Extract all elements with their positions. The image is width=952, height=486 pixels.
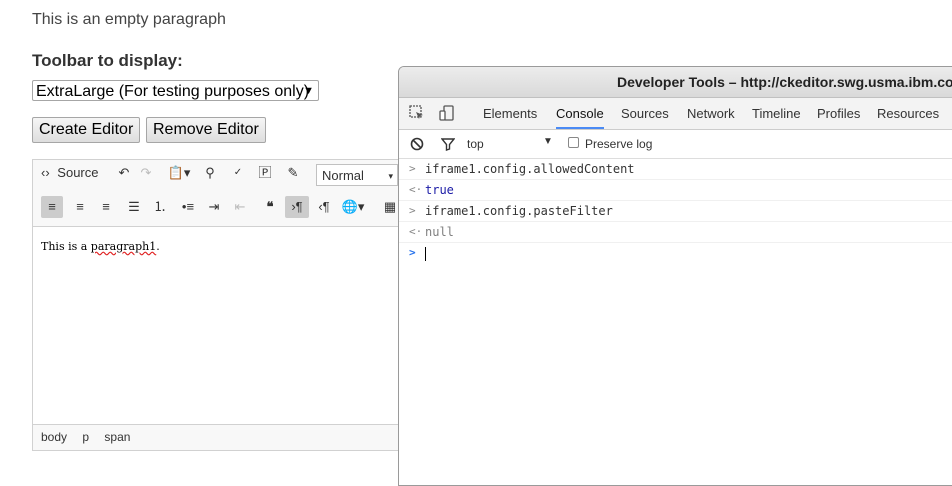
align-left-icon[interactable]: ≡ (41, 196, 63, 218)
justify-icon[interactable]: ☰ (123, 196, 145, 218)
inspect-icon[interactable] (409, 105, 425, 121)
prompt-chevron-icon: > (409, 246, 416, 259)
toolbar-label: Toolbar to display: (32, 51, 183, 70)
console-output[interactable]: > iframe1.config.allowedContent <· true … (399, 159, 952, 263)
device-mode-icon[interactable] (439, 105, 455, 121)
paste-icon[interactable]: 📋▾ (165, 162, 193, 184)
filter-icon[interactable] (441, 137, 455, 151)
preserve-log-checkbox[interactable] (568, 137, 579, 148)
rtl-icon[interactable]: ‹¶ (313, 196, 335, 218)
format-value: Normal (322, 168, 364, 183)
devtools-window: Developer Tools – http://ckeditor.swg.us… (398, 66, 952, 486)
select-arrow-icon: ▼ (303, 85, 314, 97)
console-text: true (425, 183, 454, 197)
path-item[interactable]: p (82, 430, 89, 444)
language-icon[interactable]: 🌐▾ (339, 196, 367, 218)
intro-paragraph: This is an empty paragraph (32, 11, 226, 28)
input-chevron-icon: > (409, 204, 416, 217)
context-dropdown-icon[interactable]: ▼ (543, 136, 553, 147)
toolbar-select[interactable]: ExtraLarge (For testing purposes only) ▼ (32, 80, 319, 101)
source-icon: ‹› (41, 165, 50, 180)
indent-icon[interactable]: ⇥ (203, 196, 225, 218)
align-center-icon[interactable]: ≡ (69, 196, 91, 218)
blockquote-icon[interactable]: ❝ (259, 196, 281, 218)
content-text: This is a (41, 240, 91, 253)
clear-console-icon[interactable] (410, 137, 424, 151)
text-caret (425, 246, 426, 261)
devtools-tabbar: Elements Console Sources Network Timelin… (399, 98, 952, 130)
output-arrow-icon: <· (409, 183, 423, 196)
tab-network[interactable]: Network (687, 98, 735, 129)
tab-sources[interactable]: Sources (621, 98, 669, 129)
tab-elements[interactable]: Elements (483, 98, 537, 129)
console-line: <· true (399, 180, 952, 201)
console-text: iframe1.config.pasteFilter (425, 204, 613, 218)
spellcheck-icon[interactable]: ✓ (228, 162, 248, 184)
ltr-icon[interactable]: ›¶ (285, 196, 309, 218)
tab-resources[interactable]: Resources (877, 98, 939, 129)
tab-timeline[interactable]: Timeline (752, 98, 801, 129)
find-icon[interactable]: ⚲ (200, 162, 220, 184)
format-dropdown[interactable]: Normal ▾ (316, 164, 398, 186)
outdent-icon[interactable]: ⇤ (229, 196, 251, 218)
console-text: iframe1.config.allowedContent (425, 162, 635, 176)
editor-content[interactable]: This is a paragraph1. (41, 240, 160, 253)
bulleted-list-icon[interactable]: •≡ (177, 196, 199, 218)
ckeditor: ‹› Source ↶ ↷ 📋▾ ⚲ ✓ 🄿 ✎ Normal ▾ ≡ ≡ ≡ … (32, 159, 412, 451)
console-line: > iframe1.config.pasteFilter (399, 201, 952, 222)
path-item[interactable]: span (104, 430, 130, 444)
placeholder-icon[interactable]: 🄿 (255, 162, 275, 184)
chevron-down-icon: ▾ (388, 171, 393, 181)
pencil-icon[interactable]: ✎ (283, 162, 303, 184)
console-line: <· null (399, 222, 952, 243)
undo-icon[interactable]: ↶ (115, 162, 133, 184)
path-item[interactable]: body (41, 430, 67, 444)
numbered-list-icon[interactable]: ⒈ (149, 196, 171, 218)
tab-profiles[interactable]: Profiles (817, 98, 860, 129)
output-arrow-icon: <· (409, 225, 423, 238)
create-editor-button[interactable]: Create Editor (32, 117, 141, 143)
source-label: Source (57, 165, 99, 180)
source-button[interactable]: ‹› Source (41, 162, 109, 184)
remove-editor-button[interactable]: Remove Editor (146, 117, 266, 143)
console-filter-bar: top ▼ Preserve log (399, 130, 952, 159)
context-select[interactable]: top (467, 137, 484, 151)
devtools-title: Developer Tools – http://ckeditor.swg.us… (399, 67, 952, 98)
tab-console[interactable]: Console (556, 98, 604, 129)
editor-toolbar: ‹› Source ↶ ↷ 📋▾ ⚲ ✓ 🄿 ✎ Normal ▾ ≡ ≡ ≡ … (33, 160, 411, 227)
input-chevron-icon: > (409, 162, 416, 175)
toolbar-select-value: ExtraLarge (For testing purposes only) (36, 83, 310, 100)
misspelled-word: paragraph1 (90, 240, 157, 253)
content-suffix: . (156, 240, 160, 253)
console-text: null (425, 225, 454, 239)
preserve-log-label: Preserve log (585, 137, 653, 151)
redo-icon[interactable]: ↷ (137, 162, 155, 184)
align-right-icon[interactable]: ≡ (95, 196, 117, 218)
console-prompt[interactable]: > (399, 243, 952, 263)
console-line: > iframe1.config.allowedContent (399, 159, 952, 180)
elements-path: body p span (33, 424, 411, 450)
